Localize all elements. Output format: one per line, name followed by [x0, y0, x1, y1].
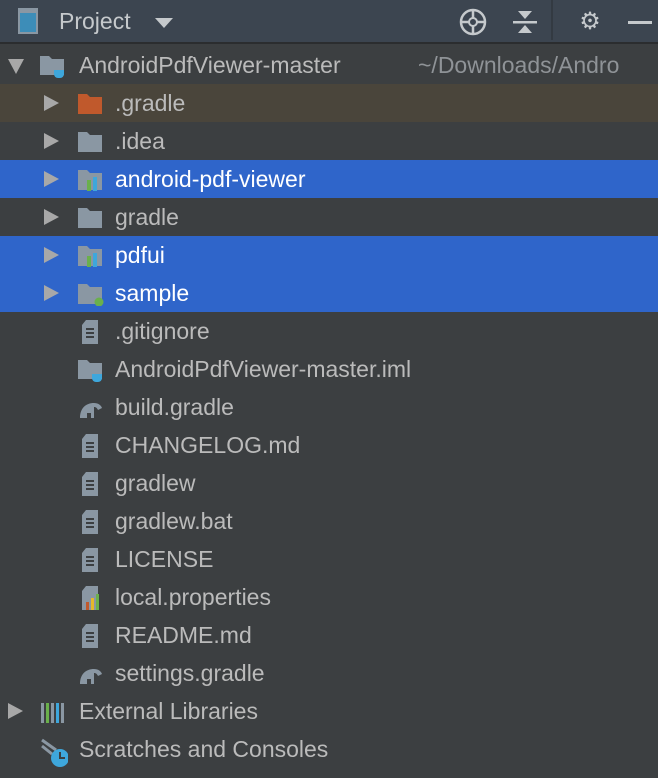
collapse-all-icon[interactable] — [511, 8, 539, 36]
expand-arrow-icon[interactable] — [44, 133, 59, 149]
tree-item-scratches[interactable]: Scratches and Consoles — [0, 730, 658, 768]
expand-arrow-icon[interactable] — [44, 247, 59, 263]
tree-root[interactable]: AndroidPdfViewer-master ~/Downloads/Andro — [0, 46, 658, 84]
library-icon — [41, 703, 64, 723]
tree-item-label: settings.gradle — [115, 660, 265, 686]
expand-arrow-icon[interactable] — [8, 703, 23, 719]
app-module-folder-icon — [78, 284, 104, 306]
tree-item[interactable]: gradle — [0, 198, 658, 236]
tree-item[interactable]: settings.gradle — [0, 654, 658, 692]
tree-item[interactable]: gradlew — [0, 464, 658, 502]
tree-item-label: AndroidPdfViewer-master — [79, 52, 341, 78]
tree-item-label: android-pdf-viewer — [115, 166, 306, 192]
file-icon — [82, 472, 98, 496]
tree-item-external-libraries[interactable]: External Libraries — [0, 692, 658, 730]
tree-item-label: .gradle — [115, 90, 186, 116]
tree-item[interactable]: .gradle — [0, 84, 658, 122]
tree-item-label: build.gradle — [115, 394, 234, 420]
file-icon — [82, 320, 98, 344]
minimize-icon[interactable] — [628, 8, 656, 36]
tree-item[interactable]: pdfui — [0, 236, 658, 274]
tree-item-label: External Libraries — [79, 698, 258, 724]
tool-window-header: Project ⚙ — [0, 0, 658, 44]
tree-item-label: .idea — [115, 128, 165, 154]
project-folder-icon — [40, 56, 64, 78]
folder-icon — [78, 208, 102, 228]
tree-item[interactable]: LICENSE — [0, 540, 658, 578]
view-selector[interactable]: Project — [59, 8, 131, 35]
file-icon — [82, 548, 98, 572]
tree-item[interactable]: README.md — [0, 616, 658, 654]
project-icon — [18, 8, 38, 34]
tree-item-label: gradlew.bat — [115, 508, 233, 534]
tree-item-label: .gitignore — [115, 318, 210, 344]
tree-root-path: ~/Downloads/Andro — [418, 52, 620, 78]
folder-excluded-icon — [78, 94, 102, 114]
tree-item[interactable]: gradlew.bat — [0, 502, 658, 540]
tree-item-label: gradle — [115, 204, 179, 230]
tree-item[interactable]: .gitignore — [0, 312, 658, 350]
iml-icon — [78, 360, 102, 382]
tree-item-label: gradlew — [115, 470, 196, 496]
scratches-icon — [41, 738, 68, 767]
locate-icon[interactable] — [459, 8, 487, 36]
tree-item-label: AndroidPdfViewer-master.iml — [115, 356, 412, 382]
tree-item-label: pdfui — [115, 242, 165, 268]
module-folder-icon — [78, 246, 102, 267]
tree-item[interactable]: android-pdf-viewer — [0, 160, 658, 198]
tree-item[interactable]: CHANGELOG.md — [0, 426, 658, 464]
expand-arrow-icon[interactable] — [44, 95, 59, 111]
project-tree[interactable]: AndroidPdfViewer-master ~/Downloads/Andro… — [0, 46, 658, 768]
folder-icon — [78, 132, 102, 152]
toolbar-separator — [551, 0, 553, 40]
module-folder-icon — [78, 170, 102, 191]
gradle-icon — [80, 669, 102, 684]
tree-item-label: local.properties — [115, 584, 271, 610]
tree-item-label: CHANGELOG.md — [115, 432, 301, 458]
file-icon — [82, 510, 98, 534]
tree-item[interactable]: sample — [0, 274, 658, 312]
properties-icon — [82, 586, 99, 610]
tree-item-label: Scratches and Consoles — [79, 736, 329, 762]
file-icon — [82, 624, 98, 648]
expand-arrow-icon[interactable] — [8, 59, 24, 74]
tree-item-label: README.md — [115, 622, 252, 648]
tree-item-label: LICENSE — [115, 546, 214, 572]
tree-item[interactable]: build.gradle — [0, 388, 658, 426]
expand-arrow-icon[interactable] — [44, 285, 59, 301]
gear-icon[interactable]: ⚙ — [576, 8, 604, 36]
expand-arrow-icon[interactable] — [44, 209, 59, 225]
chevron-down-icon[interactable] — [155, 18, 173, 28]
expand-arrow-icon[interactable] — [44, 171, 59, 187]
gradle-icon — [80, 403, 102, 418]
tree-item-label: sample — [115, 280, 190, 306]
tree-item[interactable]: local.properties — [0, 578, 658, 616]
file-icon — [82, 434, 98, 458]
tree-item[interactable]: AndroidPdfViewer-master.iml — [0, 350, 658, 388]
tree-item[interactable]: .idea — [0, 122, 658, 160]
